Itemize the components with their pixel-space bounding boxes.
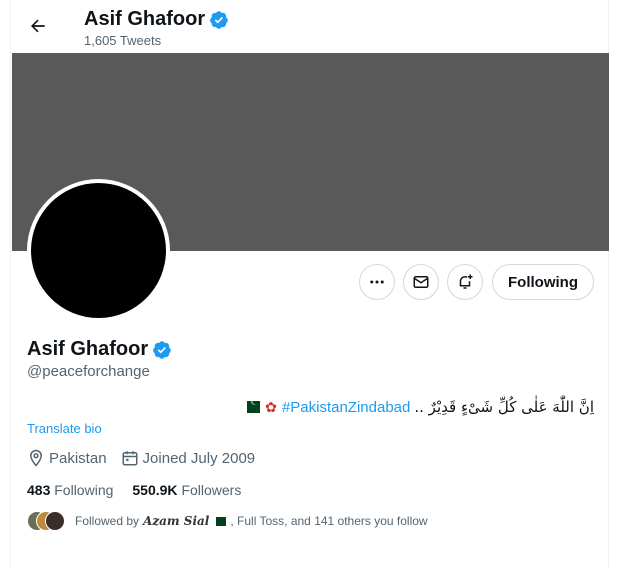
location-text: Pakistan bbox=[49, 449, 107, 467]
verified-badge-icon bbox=[153, 340, 171, 359]
follow-counts: 483 Following 550.9K Followers bbox=[27, 482, 260, 498]
avatar[interactable] bbox=[31, 183, 166, 318]
avatar-container[interactable] bbox=[27, 179, 170, 322]
followers-label: Followers bbox=[181, 482, 242, 498]
calendar-icon bbox=[122, 451, 138, 466]
following-count: 483 bbox=[27, 482, 51, 498]
more-icon bbox=[370, 280, 384, 284]
notification-bell-icon bbox=[459, 274, 473, 289]
notifications-button[interactable] bbox=[447, 264, 483, 300]
avatar bbox=[45, 511, 65, 531]
translate-bio-link[interactable]: Translate bio bbox=[27, 421, 102, 436]
profile-meta: Pakistan Joined July 2009 bbox=[27, 449, 269, 467]
back-button[interactable] bbox=[25, 13, 51, 39]
top-bar: Asif Ghafoor 1,605 Tweets bbox=[11, 0, 610, 53]
followed-by-name: Azam Sial bbox=[143, 514, 210, 528]
profile-name: Asif Ghafoor bbox=[27, 338, 172, 361]
follower-avatars bbox=[27, 511, 65, 531]
followers-count: 550.9K bbox=[132, 482, 178, 498]
header-title: Asif Ghafoor bbox=[84, 8, 229, 31]
pakistan-flag-icon bbox=[242, 397, 260, 413]
display-name: Asif Ghafoor bbox=[27, 338, 149, 360]
profile-handle: @peaceforchange bbox=[27, 363, 150, 380]
message-icon bbox=[413, 276, 429, 288]
message-button[interactable] bbox=[403, 264, 439, 300]
verified-badge-icon bbox=[210, 10, 228, 29]
back-arrow-icon bbox=[31, 19, 45, 33]
following-count-link[interactable]: 483 Following bbox=[27, 482, 113, 498]
profile-bio: ✿ #PakistanZindabad اِنَّ اللّٰهَ عَلٰی … bbox=[242, 397, 594, 416]
joined-text: Joined July 2009 bbox=[142, 449, 256, 467]
joined-item: Joined July 2009 bbox=[121, 449, 256, 467]
followed-by-prefix: Followed by bbox=[75, 514, 140, 528]
bio-hashtag-link[interactable]: #PakistanZindabad bbox=[282, 399, 410, 416]
pakistan-flag-icon bbox=[213, 516, 227, 526]
location-item: Pakistan bbox=[27, 449, 107, 467]
following-label: Following bbox=[54, 482, 114, 498]
followed-by[interactable]: Followed by Azam Sial , Full Toss, and 1… bbox=[27, 511, 428, 531]
followed-by-suffix: , Full Toss, and 141 others you follow bbox=[230, 514, 428, 528]
header-name: Asif Ghafoor bbox=[84, 8, 206, 30]
more-button[interactable] bbox=[359, 264, 395, 300]
tweet-count: 1,605 Tweets bbox=[84, 33, 162, 48]
followers-count-link[interactable]: 550.9K Followers bbox=[132, 482, 241, 498]
following-button[interactable]: Following bbox=[492, 264, 594, 300]
bio-text: اِنَّ اللّٰهَ عَلٰی کُلِّ شَیْءٍ قَدِیْر… bbox=[414, 398, 594, 416]
location-icon bbox=[29, 449, 43, 467]
profile-page: Asif Ghafoor 1,605 Tweets Following Asif… bbox=[10, 0, 609, 568]
maple-leaf-icon: ✿ bbox=[265, 399, 277, 415]
